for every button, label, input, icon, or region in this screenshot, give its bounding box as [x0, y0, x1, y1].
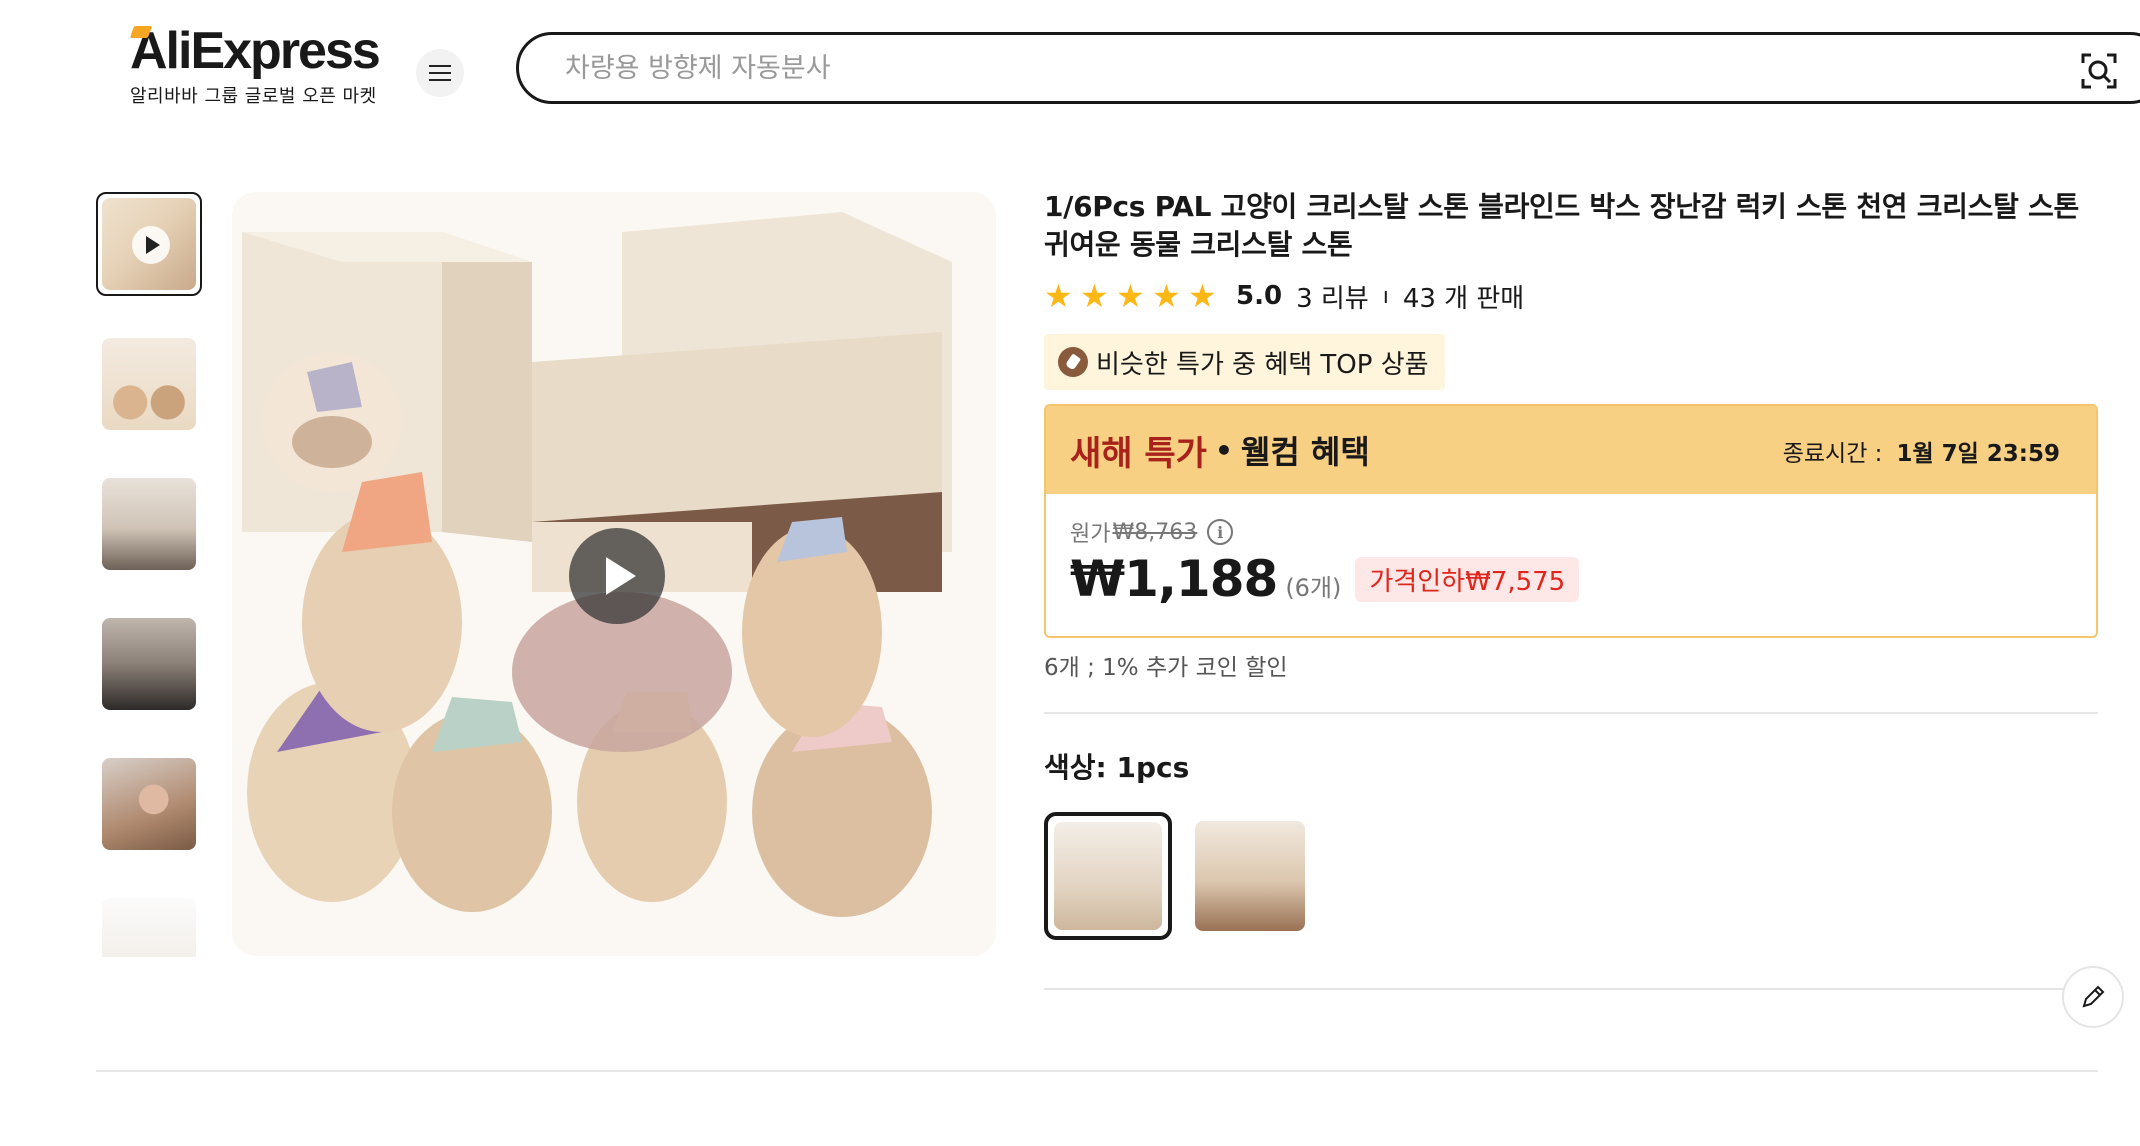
thumbnail-image[interactable]: [96, 472, 202, 576]
badge-text: 비슷한 특가 중 혜택 TOP 상품: [1096, 349, 1429, 380]
thumbnail-image: [102, 478, 196, 570]
thumbnail-image[interactable]: [96, 332, 202, 436]
promo-box: 새해 특가 • 웰컴 혜택 종료시간 : 1월 7일 23:59 원가 ₩8,76…: [1044, 404, 2098, 638]
info-icon[interactable]: i: [1207, 519, 1234, 545]
divider: [1044, 988, 2098, 990]
header: AliExpress 알리바바 그룹 글로벌 오픈 마켓: [0, 0, 2140, 140]
rating-row: ★ ★ ★ ★ ★ 5.0 3 리뷰 ı 43 개 판매: [1044, 278, 2098, 314]
thumbnail-video[interactable]: [96, 192, 202, 296]
tag-icon: [1058, 347, 1088, 377]
star-icon: ★: [1080, 277, 1109, 315]
thumbnail-image[interactable]: [96, 892, 202, 957]
top-product-badge: 비슷한 특가 중 혜택 TOP 상품: [1044, 334, 1445, 390]
bottom-divider: [96, 1070, 2098, 1072]
discount-badge: 가격인하₩7,575: [1355, 556, 1580, 602]
price-row: ₩1,188 (6개) 가격인하₩7,575: [1070, 550, 2072, 608]
logo-text: AliExpress: [130, 22, 381, 80]
promo-welcome-label: 웰컴 혜택: [1240, 433, 1370, 471]
price-unit: (6개): [1285, 574, 1342, 602]
product-title: 1/6Pcs PAL 고양이 크리스탈 스톤 블라인드 박스 장난감 럭키 스톤…: [1044, 190, 2079, 261]
swatch-image: [1054, 822, 1162, 930]
sold-count: 43 개 판매: [1402, 283, 1525, 314]
current-price: ₩1,188: [1070, 550, 1278, 608]
divider: [1044, 712, 2098, 714]
promo-dot: •: [1214, 433, 1233, 467]
aliexpress-logo[interactable]: AliExpress 알리바바 그룹 글로벌 오픈 마켓: [129, 22, 381, 108]
separator: ı: [1382, 283, 1389, 309]
product-info: 1/6Pcs PAL 고양이 크리스탈 스톤 블라인드 박스 장난감 럭키 스톤…: [1044, 188, 2098, 990]
original-price: ₩8,763: [1112, 519, 1198, 545]
logo-tagline: 알리바바 그룹 글로벌 오픈 마켓: [130, 86, 377, 107]
promo-sale-label: 새해 특가: [1070, 433, 1207, 474]
pencil-icon: [2082, 985, 2105, 1008]
end-label: 종료시간 :: [1782, 441, 1883, 467]
star-icon: ★: [1044, 277, 1073, 315]
image-search-icon[interactable]: [2079, 51, 2119, 91]
main-product-image[interactable]: [232, 192, 996, 956]
thumbnail-image: [102, 338, 196, 430]
thumbnail-list: [96, 192, 206, 957]
play-video-icon[interactable]: [569, 528, 665, 624]
edit-button[interactable]: [2062, 966, 2124, 1028]
search-input[interactable]: [565, 49, 2065, 87]
promo-header: 새해 특가 • 웰컴 혜택 종료시간 : 1월 7일 23:59: [1046, 406, 2096, 494]
swatch-image: [1195, 821, 1305, 931]
thumbnail-image[interactable]: [96, 752, 202, 856]
hamburger-icon: [429, 65, 451, 81]
reviews-link[interactable]: 3 리뷰: [1296, 278, 1369, 315]
swatch-1pcs[interactable]: [1044, 812, 1172, 940]
thumbnail-image[interactable]: [96, 612, 202, 716]
promo-end-time: 종료시간 : 1월 7일 23:59: [1783, 434, 2060, 468]
star-icon: ★: [1116, 277, 1145, 315]
original-label: 원가: [1070, 522, 1111, 547]
swatch-6pcs[interactable]: [1186, 812, 1314, 940]
star-icon: ★: [1188, 277, 1217, 315]
coin-discount-note: 6개 ; 1% 추가 코인 할인: [1044, 655, 1288, 681]
color-swatches: [1044, 812, 2098, 940]
promo-body: 원가 ₩8,763 i ₩1,188 (6개) 가격인하₩7,575: [1046, 494, 2096, 636]
thumbnail-image: [102, 758, 196, 850]
thumbnail-image: [102, 618, 196, 710]
color-option-label: 색상: 1pcs: [1044, 751, 1190, 784]
original-price-row: 원가 ₩8,763 i: [1070, 516, 2072, 548]
star-icon: ★: [1152, 277, 1181, 315]
play-icon: [132, 226, 170, 264]
search-bar[interactable]: [516, 32, 2140, 104]
thumbnail-image: [102, 898, 196, 957]
rating-stars: ★ ★ ★ ★ ★: [1044, 278, 1224, 314]
end-time: 1월 7일 23:59: [1896, 441, 2060, 467]
rating-value: 5.0: [1236, 281, 1283, 311]
menu-button[interactable]: [416, 49, 464, 97]
